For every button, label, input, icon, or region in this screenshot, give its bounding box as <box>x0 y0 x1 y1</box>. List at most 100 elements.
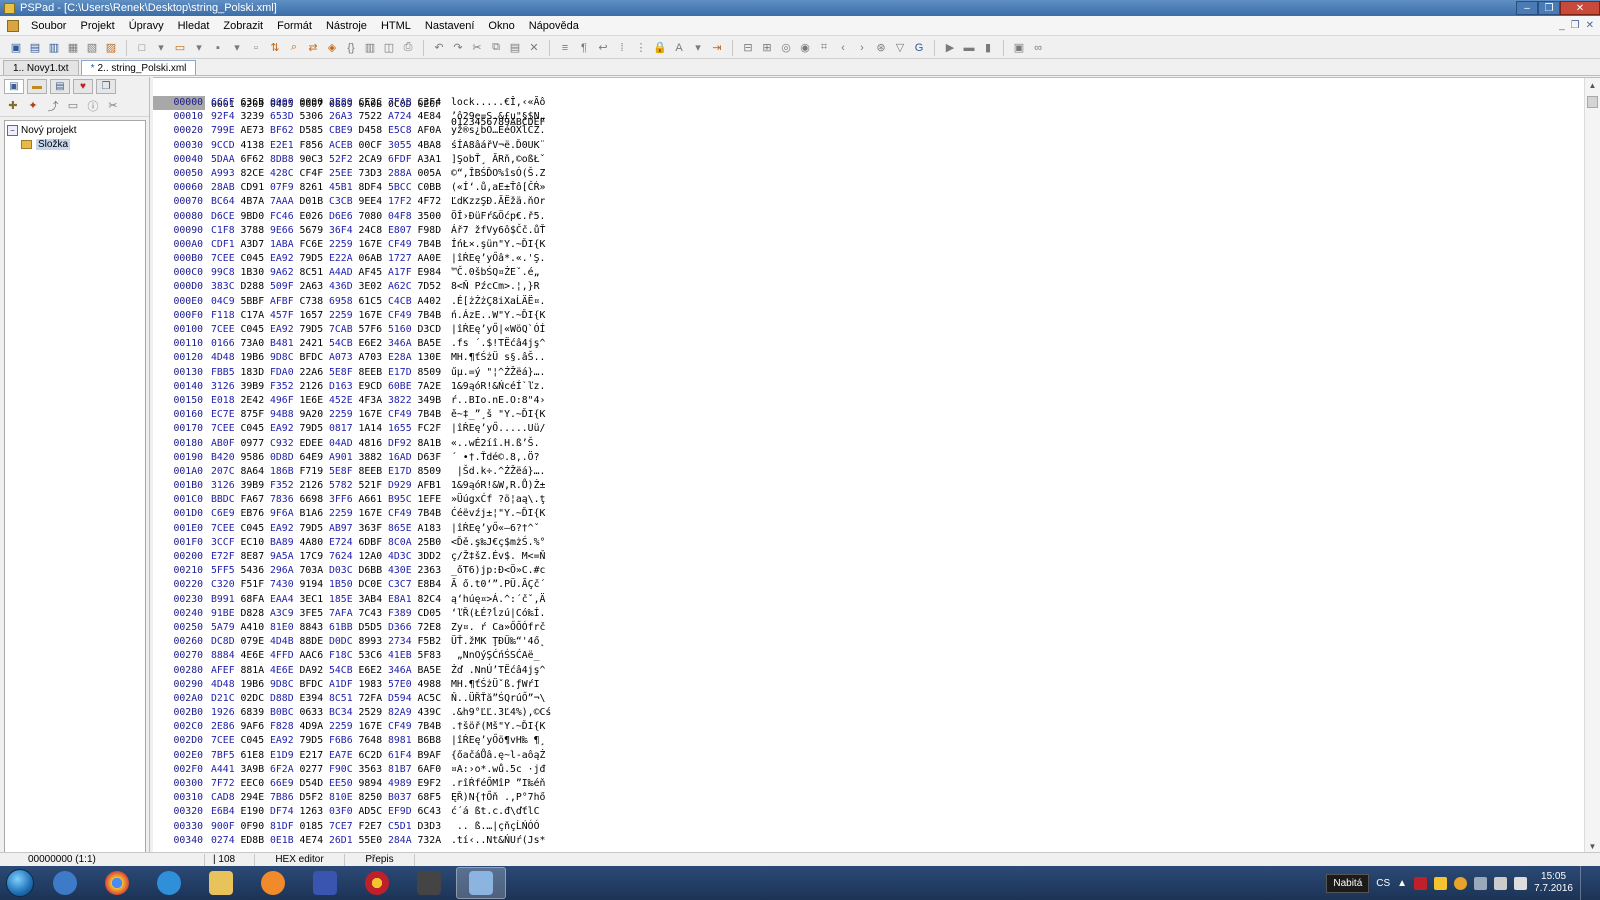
close-button[interactable]: ✕ <box>1560 1 1600 15</box>
hex-word[interactable]: AE73 <box>241 124 271 138</box>
hex-word[interactable]: 4D3C <box>388 550 418 564</box>
hex-bytes[interactable]: 900F 0F90 81DF 0185 7CE7 F2E7 C5D1 D3D3 <box>211 820 447 834</box>
hex-row[interactable]: 002F0 A441 3A9B 6F2A 0277 F90C 3563 81B7 6AF0 ¤A:… <box>153 763 1584 777</box>
hex-word[interactable]: 8884 <box>211 649 241 663</box>
hex-word[interactable]: 04F8 <box>388 210 418 224</box>
hex-word[interactable]: 4E6E <box>241 649 271 663</box>
hex-word[interactable]: 61F4 <box>388 749 418 763</box>
hex-word[interactable]: 06AB <box>359 252 389 266</box>
signal-icon[interactable] <box>1494 876 1508 890</box>
new-dropdown-icon[interactable]: ▾ <box>153 40 169 56</box>
hex-row[interactable]: 00200 E72F 8E87 9A5A 17C9 7624 12A0 4D3C 3DD2 ç/Ž… <box>153 550 1584 564</box>
hex-word[interactable]: 79D5 <box>300 252 330 266</box>
hex-text[interactable]: 1&9ąóR!&W‚R.Ů)Ż± <box>451 479 545 493</box>
hex-row[interactable]: 00060 28AB CD91 07F9 8261 45B1 8DF4 5BCC C0BB («Í… <box>153 181 1584 195</box>
hex-row[interactable]: 002A0 D21C 02DC D88D E394 8C51 72FA D594 AC5C Ň..… <box>153 692 1584 706</box>
hex-word[interactable]: EA92 <box>270 522 300 536</box>
hex-word[interactable]: 7CAB <box>329 323 359 337</box>
bracket-icon[interactable]: {} <box>343 40 359 56</box>
menu-nastroje[interactable]: Nástroje <box>319 20 374 32</box>
hex-text[interactable]: Żď .NnÚ’TËćâ4jş^ <box>451 664 545 678</box>
hex-bytes[interactable]: FBB5 183D FDA0 22A6 5E8F 8EEB E17D 8509 <box>211 366 447 380</box>
hex-word[interactable]: AAC6 <box>300 649 330 663</box>
open-dropdown-icon[interactable]: ▾ <box>191 40 207 56</box>
hex-row[interactable]: 001E0 7CEE C045 EA92 79D5 AB97 363F 865E A183 |îŔ… <box>153 522 1584 536</box>
hex-word[interactable]: E984 <box>418 266 448 280</box>
vertical-scrollbar[interactable]: ▲ ▼ <box>1584 78 1600 853</box>
hex-word[interactable]: 82C4 <box>418 593 448 607</box>
hex-word[interactable]: F2E7 <box>359 820 389 834</box>
hex-word[interactable]: 8261 <box>300 181 330 195</box>
hex-bytes[interactable]: 99C8 1B30 9A62 8C51 A4AD AF45 A17F E984 <box>211 266 447 280</box>
hex-row[interactable]: 00150 E018 2E42 496F 1E6E 452E 4F3A 3822 349B ŕ..… <box>153 394 1584 408</box>
mdi-restore-icon[interactable]: ❐ <box>1571 20 1580 31</box>
hex-word[interactable]: 1983 <box>359 678 389 692</box>
hex-row[interactable]: 00180 AB0F 0977 C932 EDEE 04AD 4816 DF92 8A1B «..… <box>153 437 1584 451</box>
hex-text[interactable]: Ář7 žfVy6ô$Čč.ůŤ <box>451 224 545 238</box>
hex-word[interactable]: 5DAA <box>211 153 241 167</box>
hex-word[interactable]: CDF1 <box>211 238 241 252</box>
files-icon[interactable]: ▤ <box>27 40 43 56</box>
hex-word[interactable]: E6E2 <box>359 337 389 351</box>
hex-bytes[interactable]: B991 68FA EAA4 3EC1 185E 3AB4 E8A1 82C4 <box>211 593 447 607</box>
hex-bytes[interactable]: BC64 4B7A 7AAA D01B C3CB 9EE4 17F2 4F72 <box>211 195 447 209</box>
hex-word[interactable]: 8EEB <box>359 465 389 479</box>
hex-word[interactable]: 7CEE <box>211 323 241 337</box>
hex-word[interactable]: 7B86 <box>270 791 300 805</box>
hex-word[interactable]: D0DC <box>329 635 359 649</box>
hex-word[interactable]: 1B30 <box>241 266 271 280</box>
hex-word[interactable]: 4A80 <box>300 536 330 550</box>
replace-icon[interactable]: ⇄ <box>305 40 321 56</box>
hex-word[interactable]: E394 <box>300 692 330 706</box>
find-in-files-icon[interactable]: ◈ <box>324 40 340 56</box>
hex-word[interactable]: 3AB4 <box>359 593 389 607</box>
maximize-button[interactable]: ❐ <box>1538 1 1560 15</box>
hex-word[interactable]: 2259 <box>329 408 359 422</box>
hex-bytes[interactable]: A993 82CE 428C CF4F 25EE 73D3 288A 005A <box>211 167 447 181</box>
hex-word[interactable]: 64E9 <box>300 451 330 465</box>
hex-text[interactable]: |îŔEę’yŐ|«WöQ`ÓÍ <box>451 323 545 337</box>
hex-word[interactable]: ACEB <box>329 139 359 153</box>
project-tab-icon[interactable]: ▣ <box>4 79 24 94</box>
taskbar-app-explorer[interactable] <box>196 867 246 899</box>
hex-word[interactable]: 54CB <box>329 337 359 351</box>
hex-word[interactable]: A441 <box>211 763 241 777</box>
hex-word[interactable]: 5E8F <box>329 366 359 380</box>
hex-word[interactable]: 4E84 <box>418 110 448 124</box>
hex-word[interactable]: 9EE4 <box>359 195 389 209</box>
hex-row[interactable]: 00300 7F72 EEC0 66E9 D54D EE50 9894 4989 E9F2 .rî… <box>153 777 1584 791</box>
hex-word[interactable]: AFBF <box>270 295 300 309</box>
hex-word[interactable]: 8DB8 <box>270 153 300 167</box>
hex-word[interactable]: 7B4B <box>418 408 448 422</box>
hex-bytes[interactable]: 6C6F 636B 0000 0000 2E80 CE2C 7FAB C3F4 <box>211 96 447 110</box>
hex-word[interactable]: 439C <box>418 706 448 720</box>
hex-word[interactable]: 1727 <box>388 252 418 266</box>
hex-row[interactable]: 00080 D6CE 9BD0 FC46 E026 D6E6 7080 04F8 3500 ÖÎ›… <box>153 210 1584 224</box>
hex-word[interactable]: 4F72 <box>418 195 448 209</box>
hex-word[interactable]: 19B6 <box>241 678 271 692</box>
hex-word[interactable]: 26D1 <box>329 834 359 848</box>
hex-word[interactable]: 91BE <box>211 607 241 621</box>
collapse-icon[interactable]: − <box>7 124 18 136</box>
hex-bytes[interactable]: 4D48 19B6 9D8C BFDC A1DF 1983 57E0 4988 <box>211 678 447 692</box>
hex-word[interactable]: 7CE7 <box>329 820 359 834</box>
hex-bytes[interactable]: 7CEE C045 EA92 79D5 0817 1A14 1655 FC2F <box>211 422 447 436</box>
cut-icon[interactable]: ✂ <box>469 40 485 56</box>
hex-word[interactable]: 079E <box>241 635 271 649</box>
hex-bytes[interactable]: E018 2E42 496F 1E6E 452E 4F3A 3822 349B <box>211 394 447 408</box>
hex-word[interactable]: FDA0 <box>270 366 300 380</box>
hex-row[interactable]: 00120 4D48 19B6 9D8C BFDC A073 A703 E28A 130E MH.… <box>153 351 1584 365</box>
hex-word[interactable]: 12A0 <box>359 550 389 564</box>
search-icon[interactable]: ⌕ <box>286 40 302 56</box>
favorites-tab-icon[interactable]: ♥ <box>73 79 93 94</box>
hex-word[interactable]: AC5C <box>418 692 448 706</box>
hex-bytes[interactable]: D6CE 9BD0 FC46 E026 D6E6 7080 04F8 3500 <box>211 210 447 224</box>
hex-word[interactable]: 28AB <box>211 181 241 195</box>
hex-word[interactable]: 2126 <box>300 479 330 493</box>
hex-word[interactable]: 5BCC <box>388 181 418 195</box>
volume-icon[interactable] <box>1514 876 1528 890</box>
hex-row[interactable]: 000D0 383C D288 509F 2A63 436D 3E02 A62C 7D52 8<Ň… <box>153 280 1584 294</box>
window-tab-icon[interactable]: ❐ <box>96 79 116 94</box>
hex-word[interactable]: 9A62 <box>270 266 300 280</box>
hex-word[interactable]: 45B1 <box>329 181 359 195</box>
